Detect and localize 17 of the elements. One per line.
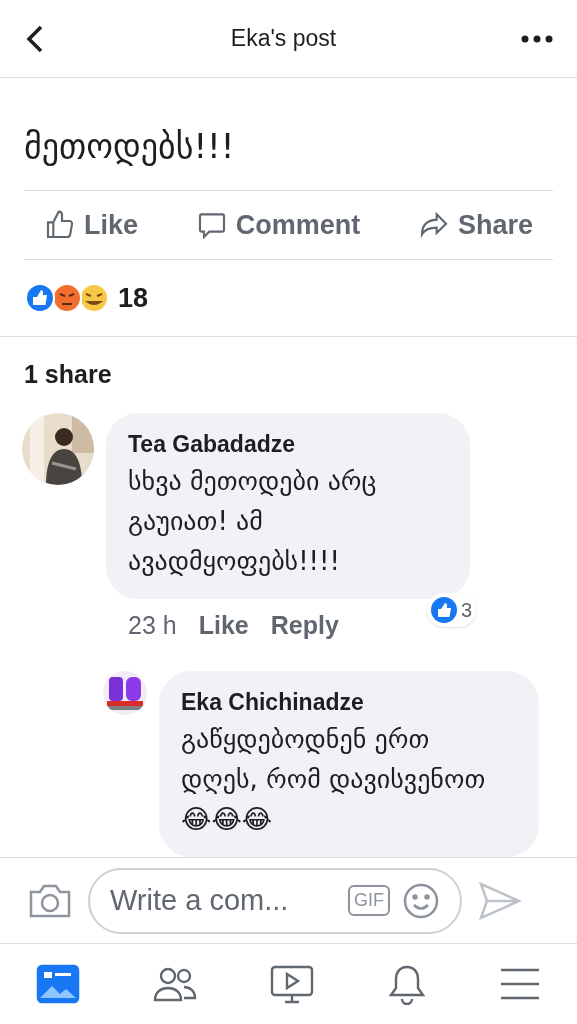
like-link[interactable]: Like xyxy=(198,607,249,645)
post-text: მეთოდებს!!! xyxy=(24,125,236,168)
gif-button[interactable]: GIF xyxy=(348,885,390,916)
comment-author[interactable]: Tea Gabadadze xyxy=(128,426,448,461)
reaction-count[interactable]: 18 xyxy=(118,277,149,319)
reply-link[interactable]: Reply xyxy=(270,607,339,645)
share-button[interactable]: Share xyxy=(397,204,553,246)
comment-author[interactable]: Eka Chichinadze xyxy=(181,684,517,719)
comment-text: სხვა მეთოდები არც გაუიათ! ამ ავადმყოფებს!!!! xyxy=(128,465,378,578)
like-button[interactable]: Like xyxy=(24,204,159,246)
comment-input[interactable]: Write a com... GIF xyxy=(88,867,462,934)
reaction-badge[interactable]: 3 xyxy=(426,593,476,627)
comment-button[interactable]: Comment xyxy=(175,204,381,246)
comment-time: 23 h xyxy=(128,610,177,641)
header-title: Eka's post xyxy=(230,24,337,54)
comment-text: გაწყდებოდნენ ერთ დღეს, რომ დავისვენოთ 😂😂😂 xyxy=(181,723,487,836)
share-count[interactable]: 1 share xyxy=(24,356,112,394)
